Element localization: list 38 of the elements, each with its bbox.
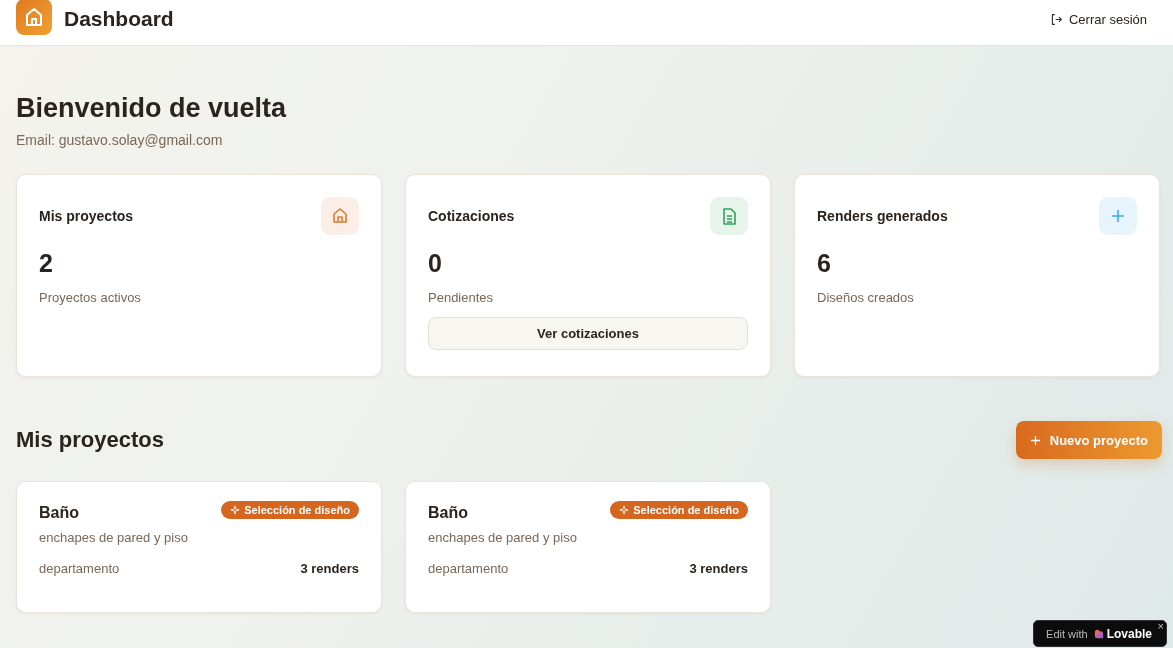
project-type: departamento [39, 561, 120, 576]
stat-value: 0 [428, 249, 443, 278]
plus-icon [1029, 434, 1041, 446]
badge-brand: Lovable [1106, 626, 1152, 641]
status-badge: Selección de diseño [610, 501, 748, 519]
page-title: Dashboard [64, 7, 174, 31]
stat-title: Mis proyectos [39, 208, 134, 224]
project-name: Baño [39, 504, 79, 522]
stat-title: Cotizaciones [428, 208, 515, 224]
project-name: Baño [428, 504, 468, 522]
document-icon [710, 197, 748, 235]
project-type: departamento [428, 561, 509, 576]
badge-label: Edit with [1046, 627, 1088, 640]
project-description: enchapes de pared y piso [428, 530, 578, 545]
close-button[interactable]: × [1157, 621, 1164, 632]
project-description: enchapes de pared y piso [39, 530, 189, 545]
home-icon [321, 197, 359, 235]
logout-button[interactable]: Cerrar sesión [1049, 12, 1147, 27]
stat-caption: Diseños creados [817, 290, 915, 305]
stat-value: 6 [817, 249, 832, 278]
project-card[interactable]: Baño Selección de diseño enchapes de pared y piso departamento 3 renders [405, 481, 771, 613]
logout-icon [1049, 13, 1063, 26]
user-email: Email: gustavo.solay@gmail.com [16, 132, 224, 148]
sparkle-icon [230, 505, 241, 515]
welcome-heading: Bienvenido de vuelta [16, 93, 288, 124]
stat-caption: Proyectos activos [39, 290, 142, 305]
stat-value: 2 [39, 249, 54, 278]
view-quotes-button[interactable]: Ver cotizaciones [428, 317, 748, 350]
section-heading: Mis proyectos [16, 427, 164, 453]
plus-icon [1099, 197, 1137, 235]
project-card[interactable]: Baño Selección de diseño enchapes de pared y piso departamento 3 renders [16, 481, 382, 613]
status-badge: Selección de diseño [221, 501, 359, 519]
render-count: 3 renders [300, 561, 359, 576]
render-count: 3 renders [689, 561, 748, 576]
edit-badge[interactable]: Edit with Lovable × [1033, 620, 1167, 647]
stat-caption: Pendientes [428, 290, 495, 305]
stat-title: Renders generados [817, 208, 948, 224]
sparkle-icon [619, 505, 630, 515]
